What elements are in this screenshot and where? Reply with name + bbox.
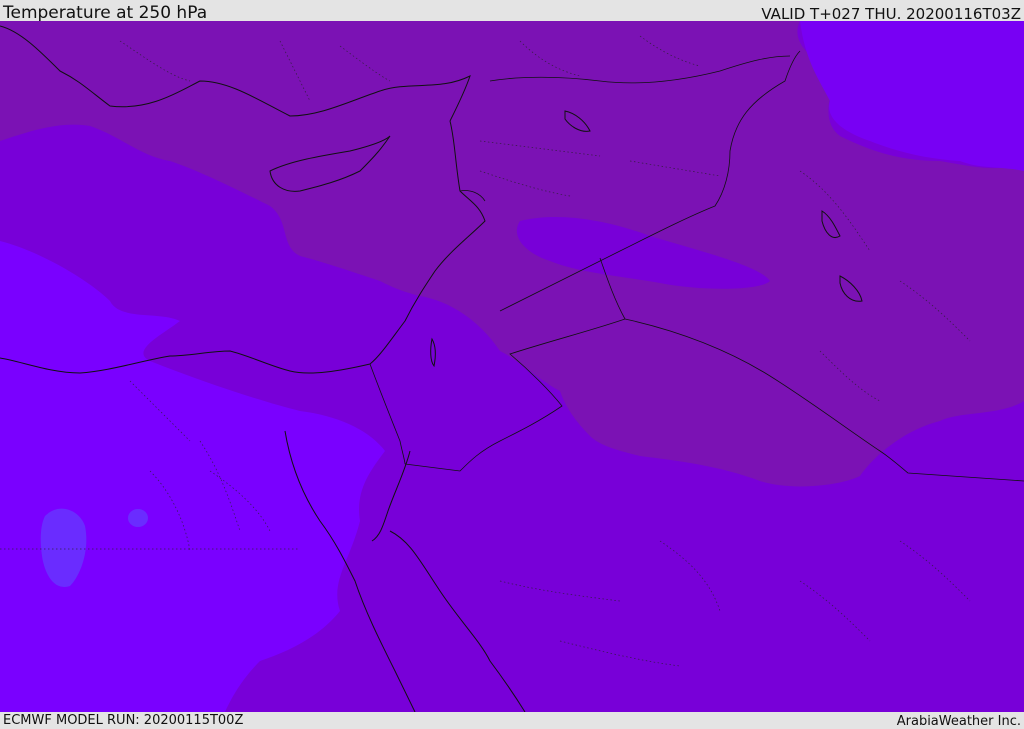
band-coldest-small — [128, 509, 148, 527]
footer-bar: ECMWF MODEL RUN: 20200115T00Z ArabiaWeat… — [0, 712, 1024, 729]
header-bar: Temperature at 250 hPa VALID T+027 THU. … — [0, 0, 1024, 23]
temperature-map[interactable] — [0, 21, 1024, 712]
credit: ArabiaWeather Inc. — [896, 714, 1021, 729]
map-title: Temperature at 250 hPa — [3, 3, 208, 23]
model-run: ECMWF MODEL RUN: 20200115T00Z — [3, 713, 244, 728]
